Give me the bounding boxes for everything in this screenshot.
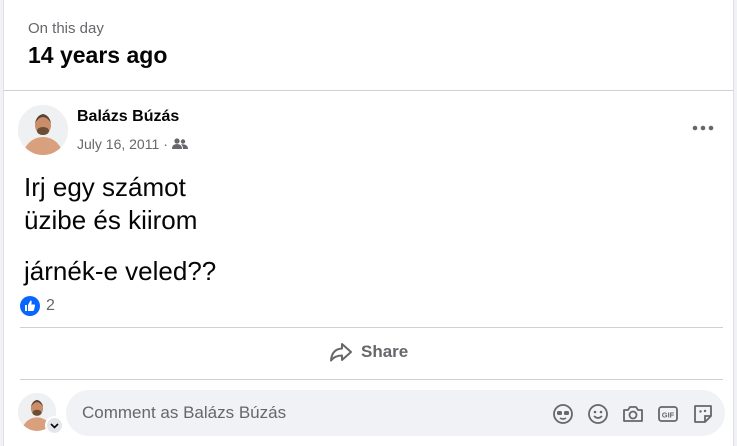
memory-card: On this day 14 years ago Balázs Búzás Ju… xyxy=(3,0,734,446)
chevron-down-icon xyxy=(50,422,59,429)
divider xyxy=(20,379,723,380)
post-line: üzibe és kiirom xyxy=(24,205,198,235)
post-date[interactable]: July 16, 2011 xyxy=(77,136,159,152)
reaction-summary[interactable]: 2 xyxy=(20,296,55,316)
divider xyxy=(20,327,723,328)
emoji-icon[interactable] xyxy=(586,402,610,426)
post-line: Irj egy számot xyxy=(24,172,186,202)
sticker-icon[interactable] xyxy=(691,402,715,426)
memory-period: 14 years ago xyxy=(28,42,168,68)
svg-text:GIF: GIF xyxy=(662,411,675,420)
camera-icon[interactable] xyxy=(621,402,645,426)
post-meta: July 16, 2011 · xyxy=(77,136,188,152)
divider xyxy=(4,90,733,91)
post-line: járnék-e veled?? xyxy=(24,256,217,286)
comment-placeholder: Comment as Balázs Búzás xyxy=(82,403,287,422)
author-avatar[interactable] xyxy=(18,105,68,155)
reaction-count: 2 xyxy=(46,297,55,314)
comment-tools: GIF xyxy=(551,402,715,426)
like-icon xyxy=(20,296,40,316)
friends-icon[interactable] xyxy=(171,138,188,150)
share-button[interactable]: Share xyxy=(329,341,408,363)
avatar-sticker-icon[interactable] xyxy=(551,402,575,426)
date-separator: · xyxy=(163,136,168,152)
more-options-button[interactable] xyxy=(690,116,716,140)
memory-caption: On this day xyxy=(28,20,104,37)
gif-icon[interactable]: GIF xyxy=(656,402,680,426)
more-dots-icon xyxy=(692,125,714,131)
profile-switch-button[interactable] xyxy=(45,416,64,435)
share-label: Share xyxy=(361,342,409,361)
comment-input[interactable]: Comment as Balázs Búzás GIF xyxy=(66,390,725,436)
share-icon xyxy=(330,343,352,362)
author-name[interactable]: Balázs Búzás xyxy=(77,108,179,126)
